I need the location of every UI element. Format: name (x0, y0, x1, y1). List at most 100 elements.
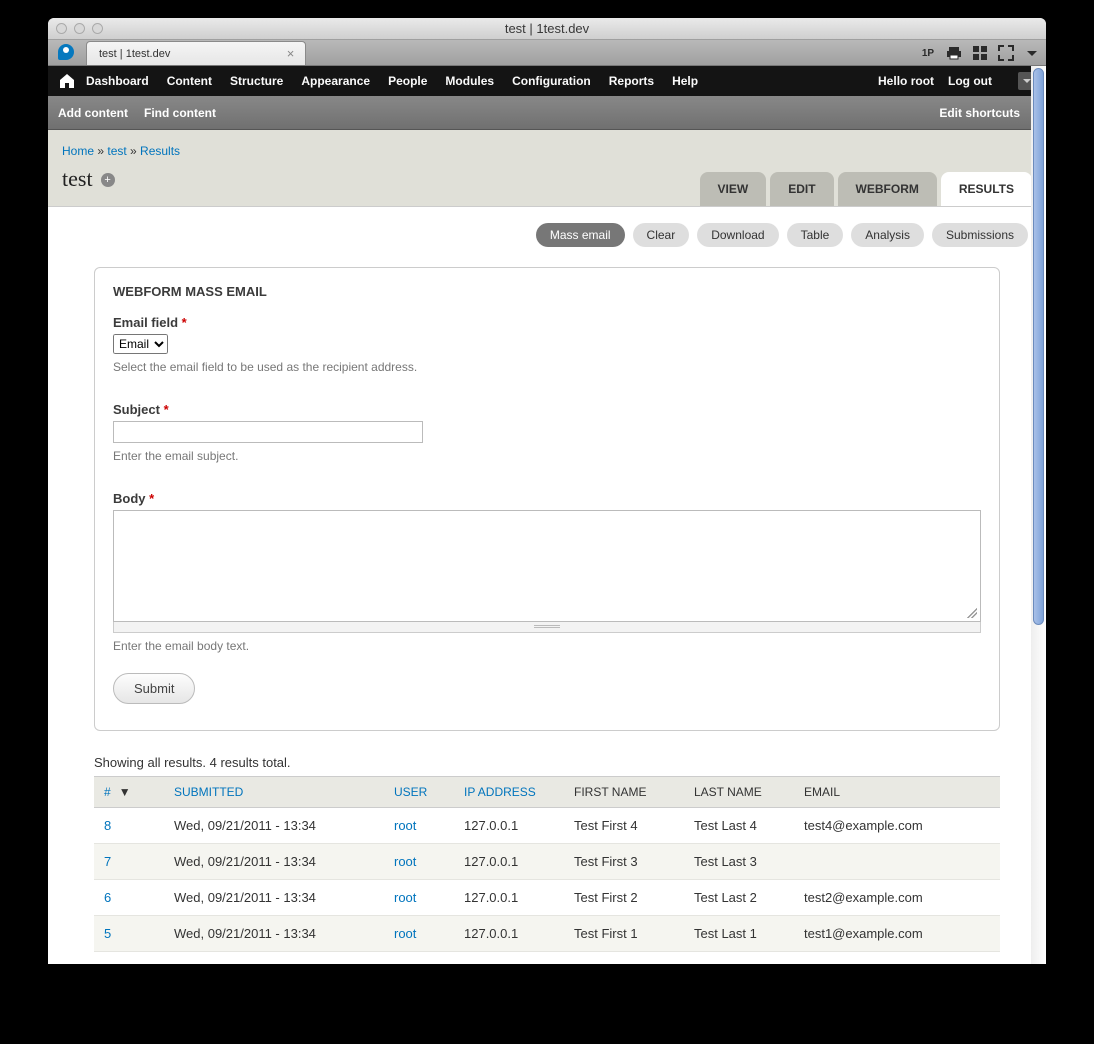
home-icon[interactable] (58, 72, 76, 90)
textarea-resize-grip[interactable] (113, 621, 981, 633)
scrollbar[interactable] (1031, 66, 1046, 964)
row-first: Test First 3 (564, 844, 684, 880)
field-subject: Subject * Enter the email subject. (113, 402, 981, 463)
tab-close-icon[interactable]: × (284, 47, 297, 60)
add-shortcut-icon[interactable]: + (101, 173, 115, 187)
grid-icon[interactable] (972, 45, 988, 61)
body-textarea[interactable] (114, 511, 980, 621)
row-user-link[interactable]: root (394, 818, 416, 833)
row-ip: 127.0.0.1 (454, 808, 564, 844)
submit-button[interactable]: Submit (113, 673, 195, 704)
onepassword-icon[interactable]: 1P (920, 45, 936, 61)
row-submitted: Wed, 09/21/2011 - 13:34 (164, 880, 384, 916)
print-icon[interactable] (946, 45, 962, 61)
row-num-link[interactable]: 6 (104, 890, 111, 905)
col-header-last[interactable]: LAST NAME (684, 777, 794, 808)
col-header-num[interactable]: #▼ (94, 777, 164, 808)
fullscreen-icon[interactable] (998, 45, 1014, 61)
row-user-link[interactable]: root (394, 926, 416, 941)
menu-configuration[interactable]: Configuration (512, 74, 591, 88)
col-header-first[interactable]: FIRST NAME (564, 777, 684, 808)
row-ip: 127.0.0.1 (454, 916, 564, 952)
menu-people[interactable]: People (388, 74, 427, 88)
row-num-link[interactable]: 8 (104, 818, 111, 833)
col-header-user[interactable]: USER (384, 777, 454, 808)
table-row: 8 Wed, 09/21/2011 - 13:34 root 127.0.0.1Tes… (94, 808, 1000, 844)
hello-user: Hello root (878, 74, 934, 88)
menu-modules[interactable]: Modules (445, 74, 494, 88)
browser-window: test | 1test.dev test | 1test.dev × 1P D… (48, 18, 1046, 964)
breadcrumb-results[interactable]: Results (140, 144, 180, 158)
shortcut-find-content[interactable]: Find content (144, 106, 216, 120)
breadcrumb-test[interactable]: test (107, 144, 126, 158)
browser-tabbar: test | 1test.dev × 1P (48, 40, 1046, 66)
col-header-submitted[interactable]: SUBMITTED (164, 777, 384, 808)
tab-results[interactable]: RESULTS (941, 172, 1032, 206)
menu-dashboard[interactable]: Dashboard (86, 74, 149, 88)
subtab-download[interactable]: Download (697, 223, 778, 247)
sort-desc-icon: ▼ (119, 785, 131, 799)
subtab-clear[interactable]: Clear (633, 223, 690, 247)
logout-link[interactable]: Log out (948, 74, 992, 88)
scrollbar-thumb[interactable] (1033, 68, 1044, 625)
table-row: 6Wed, 09/21/2011 - 13:34root127.0.0.1Tes… (94, 880, 1000, 916)
field-email: Email field * Email Select the email fie… (113, 315, 981, 374)
row-last: Test Last 2 (684, 880, 794, 916)
menu-reports[interactable]: Reports (609, 74, 654, 88)
subject-label: Subject * (113, 402, 981, 417)
shortcut-add-content[interactable]: Add content (58, 106, 128, 120)
subtab-table[interactable]: Table (787, 223, 844, 247)
edit-shortcuts-link[interactable]: Edit shortcuts (939, 106, 1020, 120)
col-header-ip[interactable]: IP ADDRESS (454, 777, 564, 808)
email-field-select[interactable]: Email (113, 334, 168, 354)
primary-tabs: VIEW EDIT WEBFORM RESULTS (700, 172, 1032, 206)
row-user-link[interactable]: root (394, 890, 416, 905)
breadcrumb-home[interactable]: Home (62, 144, 94, 158)
menu-help[interactable]: Help (672, 74, 698, 88)
browser-tab[interactable]: test | 1test.dev × (86, 41, 306, 65)
toolbar-dropdown-icon[interactable] (1024, 45, 1040, 61)
menu-structure[interactable]: Structure (230, 74, 283, 88)
admin-menu: Dashboard Content Structure Appearance P… (48, 66, 1046, 96)
content-area: Mass email Clear Download Table Analysis… (48, 207, 1046, 952)
panel-heading: WEBFORM MASS EMAIL (113, 284, 981, 299)
row-first: Test First 4 (564, 808, 684, 844)
tab-edit[interactable]: EDIT (770, 172, 833, 206)
row-last: Test Last 3 (684, 844, 794, 880)
webform-mass-email-panel: WEBFORM MASS EMAIL Email field * Email S… (94, 267, 1000, 731)
body-help: Enter the email body text. (113, 639, 981, 653)
tab-view[interactable]: VIEW (700, 172, 767, 206)
results-table: #▼ SUBMITTED USER IP ADDRESS FIRST NAME … (94, 776, 1000, 952)
tab-webform[interactable]: WEBFORM (838, 172, 937, 206)
row-num-link[interactable]: 5 (104, 926, 111, 941)
row-email: test1@example.com (794, 916, 1000, 952)
row-submitted: Wed, 09/21/2011 - 13:34 (164, 808, 384, 844)
col-header-email[interactable]: EMAIL (794, 777, 1000, 808)
window-titlebar: test | 1test.dev (48, 18, 1046, 40)
subtab-mass-email[interactable]: Mass email (536, 223, 625, 247)
row-email (794, 844, 1000, 880)
row-first: Test First 2 (564, 880, 684, 916)
table-row: 7Wed, 09/21/2011 - 13:34root127.0.0.1Tes… (94, 844, 1000, 880)
table-row: 5 Wed, 09/21/2011 - 13:34 root 127.0.0.1 Tes… (94, 916, 1000, 952)
row-last: Test Last 1 (684, 916, 794, 952)
row-ip: 127.0.0.1 (454, 880, 564, 916)
row-email: test4@example.com (794, 808, 1000, 844)
results-caption: Showing all results. 4 results total. (66, 755, 1028, 776)
page-header-region: Home » test » Results test+ VIEW EDIT WE… (48, 130, 1046, 207)
email-field-help: Select the email field to be used as the… (113, 360, 981, 374)
breadcrumb: Home » test » Results (48, 130, 1046, 164)
secondary-tabs: Mass email Clear Download Table Analysis… (66, 223, 1028, 247)
menu-appearance[interactable]: Appearance (301, 74, 370, 88)
row-user-link[interactable]: root (394, 854, 416, 869)
page-title: test+ (62, 164, 115, 206)
menu-content[interactable]: Content (167, 74, 212, 88)
subtab-submissions[interactable]: Submissions (932, 223, 1028, 247)
subtab-analysis[interactable]: Analysis (851, 223, 924, 247)
email-field-label: Email field * (113, 315, 981, 330)
shortcut-bar: Add content Find content Edit shortcuts (48, 96, 1046, 130)
subject-input[interactable] (113, 421, 423, 443)
row-ip: 127.0.0.1 (454, 844, 564, 880)
row-submitted: Wed, 09/21/2011 - 13:34 (164, 916, 384, 952)
row-num-link[interactable]: 7 (104, 854, 111, 869)
